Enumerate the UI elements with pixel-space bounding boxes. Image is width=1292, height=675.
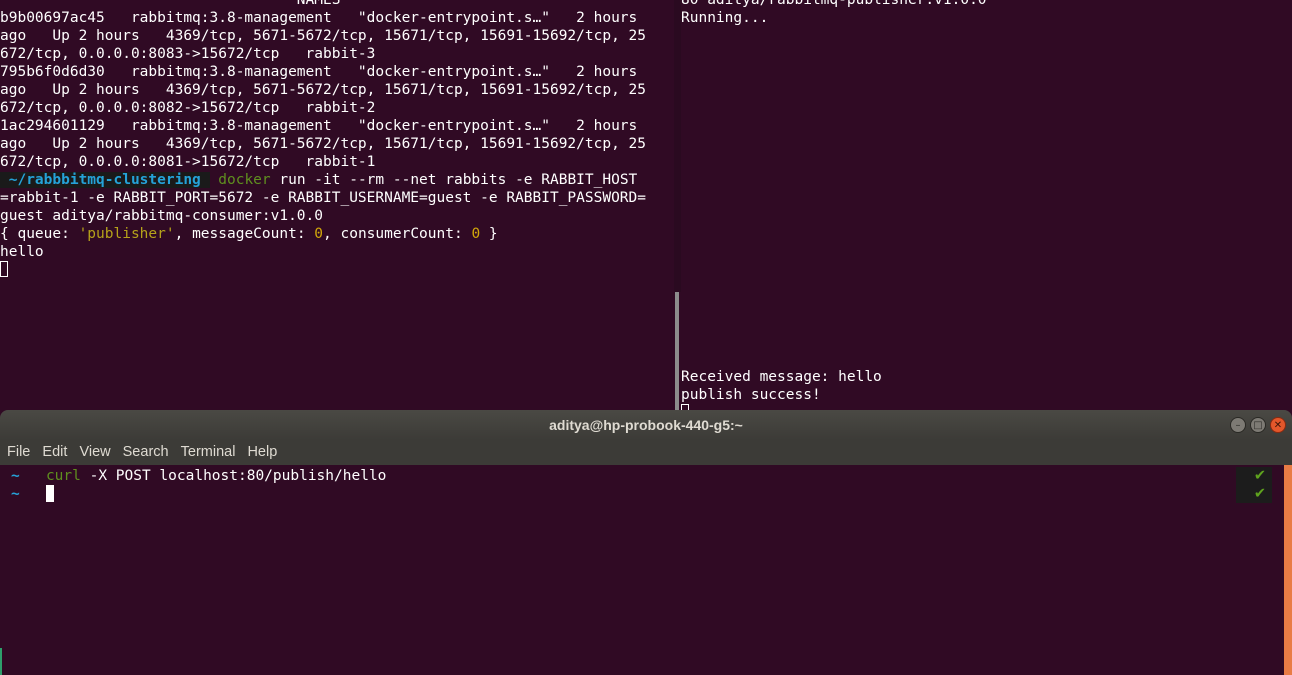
pane-divider: [674, 0, 681, 292]
menu-help[interactable]: Help: [240, 440, 277, 460]
output-line: 672/tcp, 0.0.0.0:8083->15672/tcp rabbit-…: [0, 46, 376, 62]
output-line: 672/tcp, 0.0.0.0:8082->15672/tcp rabbit-…: [0, 100, 376, 116]
output-line: b9b00697ac45 rabbitmq:3.8-management "do…: [0, 10, 638, 26]
maximize-button[interactable]: □: [1250, 417, 1266, 433]
output-line: guest aditya/rabbitmq-consumer:v1.0.0: [0, 208, 324, 224]
output-line: 80 aditya/rabbitmq-publisher:v1.0.0: [681, 0, 987, 8]
output-line: 1ac294601129 rabbitmq:3.8-management "do…: [0, 118, 638, 134]
prompt-path: ~/rabbbitmq-clustering: [0, 172, 210, 188]
queue-text: , messageCount:: [174, 226, 315, 242]
home-prompt: ~: [11, 486, 20, 502]
output-line: 672/tcp, 0.0.0.0:8081->15672/tcp rabbit-…: [0, 154, 376, 170]
output-line: ago Up 2 hours 4369/tcp, 5671-5672/tcp, …: [0, 28, 647, 44]
menu-edit[interactable]: Edit: [35, 440, 67, 460]
terminal-content[interactable]: ~ curl -X POST localhost:80/publish/hell…: [0, 465, 1284, 675]
output-line: Received message: hello: [681, 369, 882, 385]
pane-splitter-handle[interactable]: [675, 292, 679, 412]
output-line: ago Up 2 hours 4369/tcp, 5671-5672/tcp, …: [0, 82, 647, 98]
output-line: NAMES: [0, 0, 341, 8]
success-check-icon: ✔: [1253, 468, 1266, 484]
cursor: [0, 261, 8, 277]
output-line: Running...: [681, 10, 769, 26]
prompt-line: ~: [0, 485, 1284, 503]
output-line: 795b6f0d6d30 rabbitmq:3.8-management "do…: [0, 64, 638, 80]
output-line: hello: [0, 244, 44, 260]
menu-terminal[interactable]: Terminal: [174, 440, 236, 460]
left-terminal-pane[interactable]: NAMES b9b00697ac45 rabbitmq:3.8-manageme…: [0, 0, 674, 412]
success-check-icon: ✔: [1253, 486, 1266, 502]
queue-info-line: { queue: 'publisher', messageCount: 0, c…: [0, 225, 674, 243]
output-line: =rabbit-1 -e RABBIT_PORT=5672 -e RABBIT_…: [0, 190, 647, 206]
queue-name: 'publisher': [78, 226, 175, 242]
cursor-line: [0, 261, 674, 279]
message-count: 0: [314, 226, 324, 242]
queue-text: , consumerCount:: [323, 226, 472, 242]
menu-file[interactable]: File: [0, 440, 30, 460]
window-title: aditya@hp-probook-440-g5:~: [549, 417, 743, 433]
right-terminal-pane[interactable]: 80 aditya/rabbitmq-publisher:v1.0.0 Runn…: [681, 0, 1292, 412]
close-button[interactable]: ✕: [1270, 417, 1286, 433]
menu-view[interactable]: View: [72, 440, 110, 460]
prompt-line: ~ curl -X POST localhost:80/publish/hell…: [0, 467, 1284, 485]
command-name: docker: [218, 172, 271, 188]
home-prompt: ~: [11, 468, 20, 484]
terminal-window[interactable]: aditya@hp-probook-440-g5:~ – □ ✕ File Ed…: [0, 410, 1292, 675]
output-line: publish success!: [681, 387, 821, 403]
consumer-count: 0: [471, 226, 481, 242]
output-line: ago Up 2 hours 4369/tcp, 5671-5672/tcp, …: [0, 136, 647, 152]
queue-text: { queue:: [0, 226, 79, 242]
command-name: curl: [45, 468, 81, 484]
prompt-line: ~/rabbbitmq-clustering docker run -it --…: [0, 171, 674, 189]
window-titlebar[interactable]: aditya@hp-probook-440-g5:~ – □ ✕: [0, 410, 1292, 440]
command-args: run -it --rm --net rabbits -e RABBIT_HOS…: [270, 172, 638, 188]
desktop-edge-indicator: [0, 648, 2, 675]
queue-text: }: [480, 226, 498, 242]
command-args: -X POST localhost:80/publish/hello: [80, 468, 387, 484]
menu-bar: File Edit View Search Terminal Help: [0, 440, 1292, 465]
scrollbar[interactable]: [1284, 465, 1292, 675]
menu-search[interactable]: Search: [116, 440, 169, 460]
minimize-button[interactable]: –: [1230, 417, 1246, 433]
cursor: [45, 485, 54, 502]
